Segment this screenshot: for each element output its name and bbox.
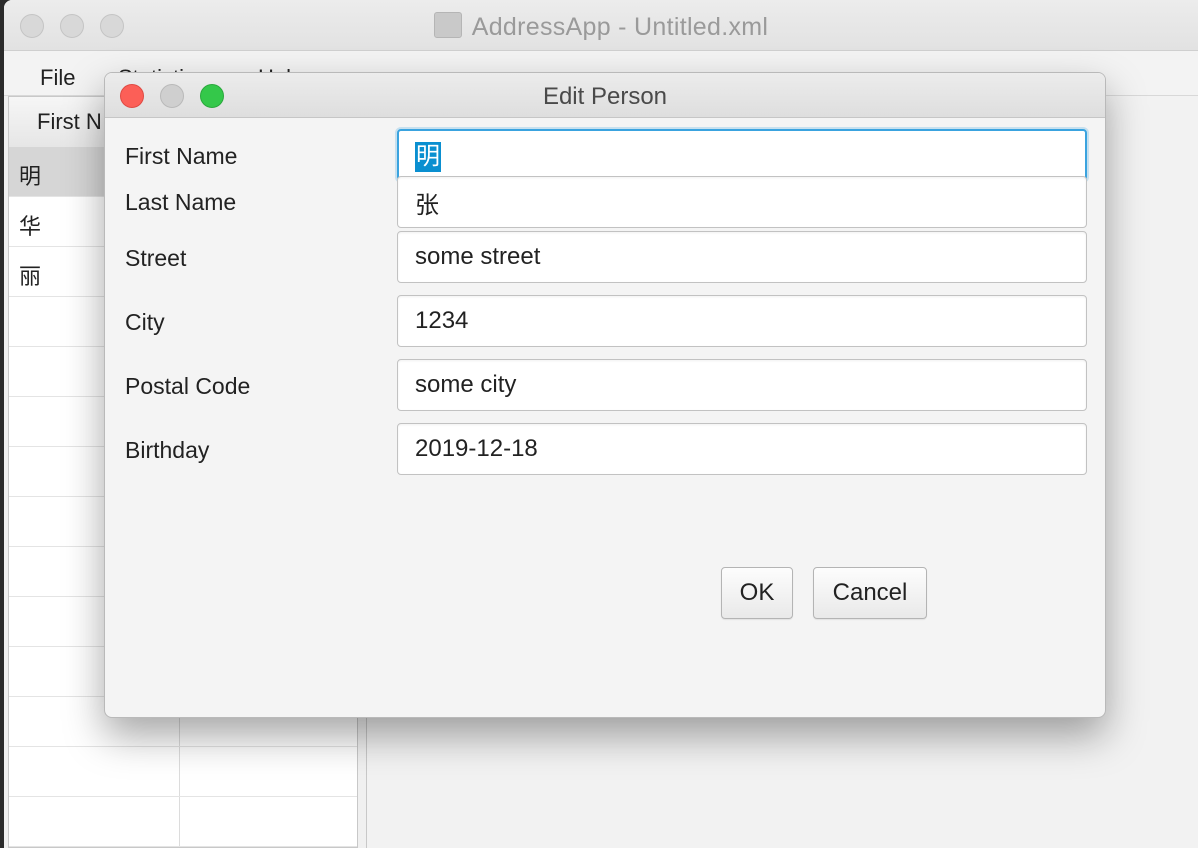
main-titlebar: AddressApp - Untitled.xml — [4, 0, 1198, 51]
cancel-button[interactable]: Cancel — [813, 567, 927, 619]
table-cell: 明 — [19, 164, 42, 189]
column-header-first-name[interactable]: First N — [37, 109, 102, 135]
city-field[interactable] — [397, 295, 1087, 347]
table-row-empty — [9, 747, 357, 797]
main-window-title: AddressApp - Untitled.xml — [4, 12, 1198, 42]
last-name-field[interactable] — [397, 176, 1087, 228]
document-icon — [433, 12, 462, 38]
city-label: City — [125, 309, 165, 335]
first-name-selected-text: 明 — [415, 142, 441, 172]
dialog-title: Edit Person — [542, 83, 668, 110]
table-cell: 丽 — [19, 264, 42, 289]
birthday-label: Birthday — [125, 437, 210, 463]
dialog-titlebar: Edit Person — [105, 73, 1105, 118]
last-name-label: Last Name — [125, 189, 237, 215]
menu-file[interactable]: File — [40, 65, 75, 91]
edit-person-dialog: Edit Person First Name 明 Last Name Stree… — [104, 72, 1106, 718]
postal-code-field[interactable] — [397, 359, 1087, 411]
street-label: Street — [125, 245, 187, 271]
table-cell: 华 — [19, 214, 42, 239]
first-name-field[interactable]: 明 — [397, 129, 1087, 181]
street-field[interactable] — [397, 231, 1087, 283]
main-window-title-text: AddressApp - Untitled.xml — [471, 13, 769, 41]
ok-button[interactable]: OK — [721, 567, 793, 619]
table-row-empty — [9, 797, 357, 847]
first-name-label: First Name — [125, 143, 238, 169]
postal-code-label: Postal Code — [125, 373, 251, 399]
birthday-field[interactable] — [397, 423, 1087, 475]
